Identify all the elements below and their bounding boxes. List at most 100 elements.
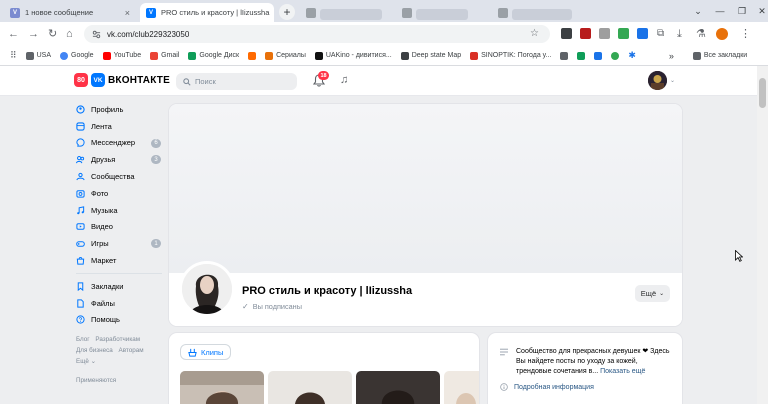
clip-preview-image (444, 371, 479, 404)
footer-link[interactable]: Для бизнеса (76, 347, 113, 354)
community-avatar[interactable] (179, 261, 235, 317)
tab-messages[interactable]: V 1 новое сообщение × (4, 3, 136, 22)
tab-blurred-3[interactable] (492, 3, 584, 22)
extension-icon[interactable] (580, 28, 591, 39)
menu-item-messenger[interactable]: Мессенджер 6 (76, 135, 168, 152)
clip-thumbnail[interactable] (268, 371, 352, 404)
tab-blurred-1[interactable] (300, 3, 392, 22)
bookmark-deepstate[interactable]: Deep state Map (400, 51, 461, 60)
search-placeholder: Поиск (195, 77, 216, 86)
menu-item-games[interactable]: Игры 1 (76, 235, 168, 252)
logo-wordmark: ВКОНТАКТЕ (108, 74, 170, 86)
page-scrollbar-thumb[interactable] (759, 78, 766, 108)
extensions-puzzle-icon[interactable]: ⧉ (657, 28, 664, 40)
bookmark-google[interactable]: Google (60, 51, 94, 60)
forward-icon[interactable]: → (28, 28, 39, 40)
address-bar[interactable]: vk.com/club229323050 (84, 25, 550, 43)
extension-icon[interactable] (637, 28, 648, 39)
lab-icon[interactable]: ⚗ (696, 28, 706, 40)
menu-item-video[interactable]: Видео (76, 219, 168, 236)
chevron-down-icon[interactable]: ⌄ (670, 77, 675, 84)
extension-icon[interactable] (561, 28, 572, 39)
menu-item-photo[interactable]: Фото (76, 185, 168, 202)
maps-icon[interactable] (611, 51, 620, 60)
tab-search-icon[interactable]: ⌄ (686, 0, 710, 22)
info-icon (500, 383, 508, 391)
clip-thumbnail[interactable] (356, 371, 440, 404)
bookmarks-bar: ⠿ USA Google YouTube Gmail Google Диск С… (0, 46, 768, 66)
site-info-icon[interactable] (92, 30, 101, 39)
bookmark-uakino[interactable]: UAKino - дивитися... (314, 51, 392, 60)
vk-logo[interactable]: 80 VK ВКОНТАКТЕ (74, 73, 170, 87)
sinoptik-icon (470, 51, 479, 60)
tab-favicon (402, 7, 412, 18)
bookmark-icon[interactable] (594, 51, 603, 60)
footer-link[interactable]: Блог (76, 336, 90, 343)
browser-tab-strip: V 1 новое сообщение × V PRO стиль и крас… (0, 0, 768, 22)
more-button[interactable]: Ещё ⌄ (635, 285, 670, 302)
menu-item-help[interactable]: Помощь (76, 312, 168, 329)
extension-icon[interactable] (618, 28, 629, 39)
minimize-icon[interactable]: — (708, 0, 732, 22)
home-icon[interactable]: ⌂ (66, 28, 73, 40)
close-tab-icon[interactable]: × (125, 8, 130, 18)
clip-thumbnail[interactable] (180, 371, 264, 404)
details-link[interactable]: Подробная информация (500, 383, 594, 391)
tab-group[interactable]: V PRO стиль и красоту | lIizussha × (140, 3, 274, 22)
bookmark-drive[interactable]: Google Диск (188, 51, 239, 60)
bookmark-serials[interactable]: Сериалы (265, 51, 306, 60)
clip-preview-image (356, 371, 440, 404)
menu-item-communities[interactable]: Сообщества (76, 168, 168, 185)
menu-item-feed[interactable]: Лента (76, 118, 168, 135)
photo-icon (76, 190, 85, 198)
footer-more-link[interactable]: Ещё ⌄ (76, 358, 96, 365)
notifications-count-badge: 18 (318, 71, 329, 80)
apps-grid-icon[interactable]: ⠿ (10, 50, 17, 61)
menu-item-market[interactable]: Маркет (76, 252, 168, 269)
all-bookmarks[interactable]: Все закладки (692, 51, 747, 60)
extension-icon[interactable] (599, 28, 610, 39)
clip-preview-image (180, 371, 264, 404)
vk-search-input[interactable]: Поиск (176, 73, 297, 90)
star-bookmark-icon[interactable]: ✱ (628, 50, 636, 61)
menu-item-music[interactable]: Музыка (76, 202, 168, 219)
reload-icon[interactable]: ↻ (48, 28, 57, 40)
youtube-icon (102, 51, 111, 60)
footer-link[interactable]: Авторам (119, 347, 144, 354)
menu-item-label: Видео (91, 222, 113, 232)
back-icon[interactable]: ← (8, 28, 19, 40)
close-window-icon[interactable]: ✕ (750, 0, 768, 22)
tab-blurred-2[interactable] (396, 3, 488, 22)
bookmark-youtube[interactable]: YouTube (102, 51, 141, 60)
footer-note: Применяются (76, 377, 117, 385)
bookmark-gmail[interactable]: Gmail (150, 51, 179, 60)
clips-tab-button[interactable]: Клипы (180, 344, 232, 360)
menu-kebab-icon[interactable]: ⋮ (740, 28, 751, 40)
music-note-icon[interactable]: ♫ (340, 74, 348, 86)
profile-icon[interactable] (716, 28, 728, 40)
user-avatar[interactable] (648, 71, 667, 90)
bookmark-usa[interactable]: USA (25, 51, 51, 60)
menu-item-friends[interactable]: Друзья 3 (76, 151, 168, 168)
bookmark-sinoptik[interactable]: SINOPTIK: Погода у... (470, 51, 551, 60)
new-tab-button[interactable]: + (279, 4, 295, 20)
music-icon (77, 205, 85, 214)
deepstate-icon (400, 51, 409, 60)
bookmark-f[interactable] (248, 51, 257, 60)
subscription-status[interactable]: ✓ Вы подписаны (242, 302, 302, 311)
bookmark-icon[interactable] (560, 51, 569, 60)
bookmark-icon[interactable] (577, 51, 586, 60)
subscription-label: Вы подписаны (252, 302, 302, 311)
footer-link[interactable]: Разработчикам (95, 336, 140, 343)
clip-thumbnail[interactable] (444, 371, 479, 404)
show-more-link[interactable]: Показать ещё (600, 368, 645, 375)
tab-title: 1 новое сообщение (25, 8, 94, 17)
downloads-icon[interactable]: ⤓ (677, 28, 682, 40)
menu-item-profile[interactable]: Профиль (76, 101, 168, 118)
menu-item-files[interactable]: Файлы (76, 295, 168, 312)
page-scrollbar-track[interactable] (757, 66, 768, 404)
url-text: vk.com/club229323050 (107, 29, 190, 39)
menu-item-bookmarks[interactable]: Закладки (76, 278, 168, 295)
more-bookmarks-icon[interactable]: » (669, 51, 674, 61)
bookmark-star-icon[interactable]: ☆ (530, 28, 539, 40)
